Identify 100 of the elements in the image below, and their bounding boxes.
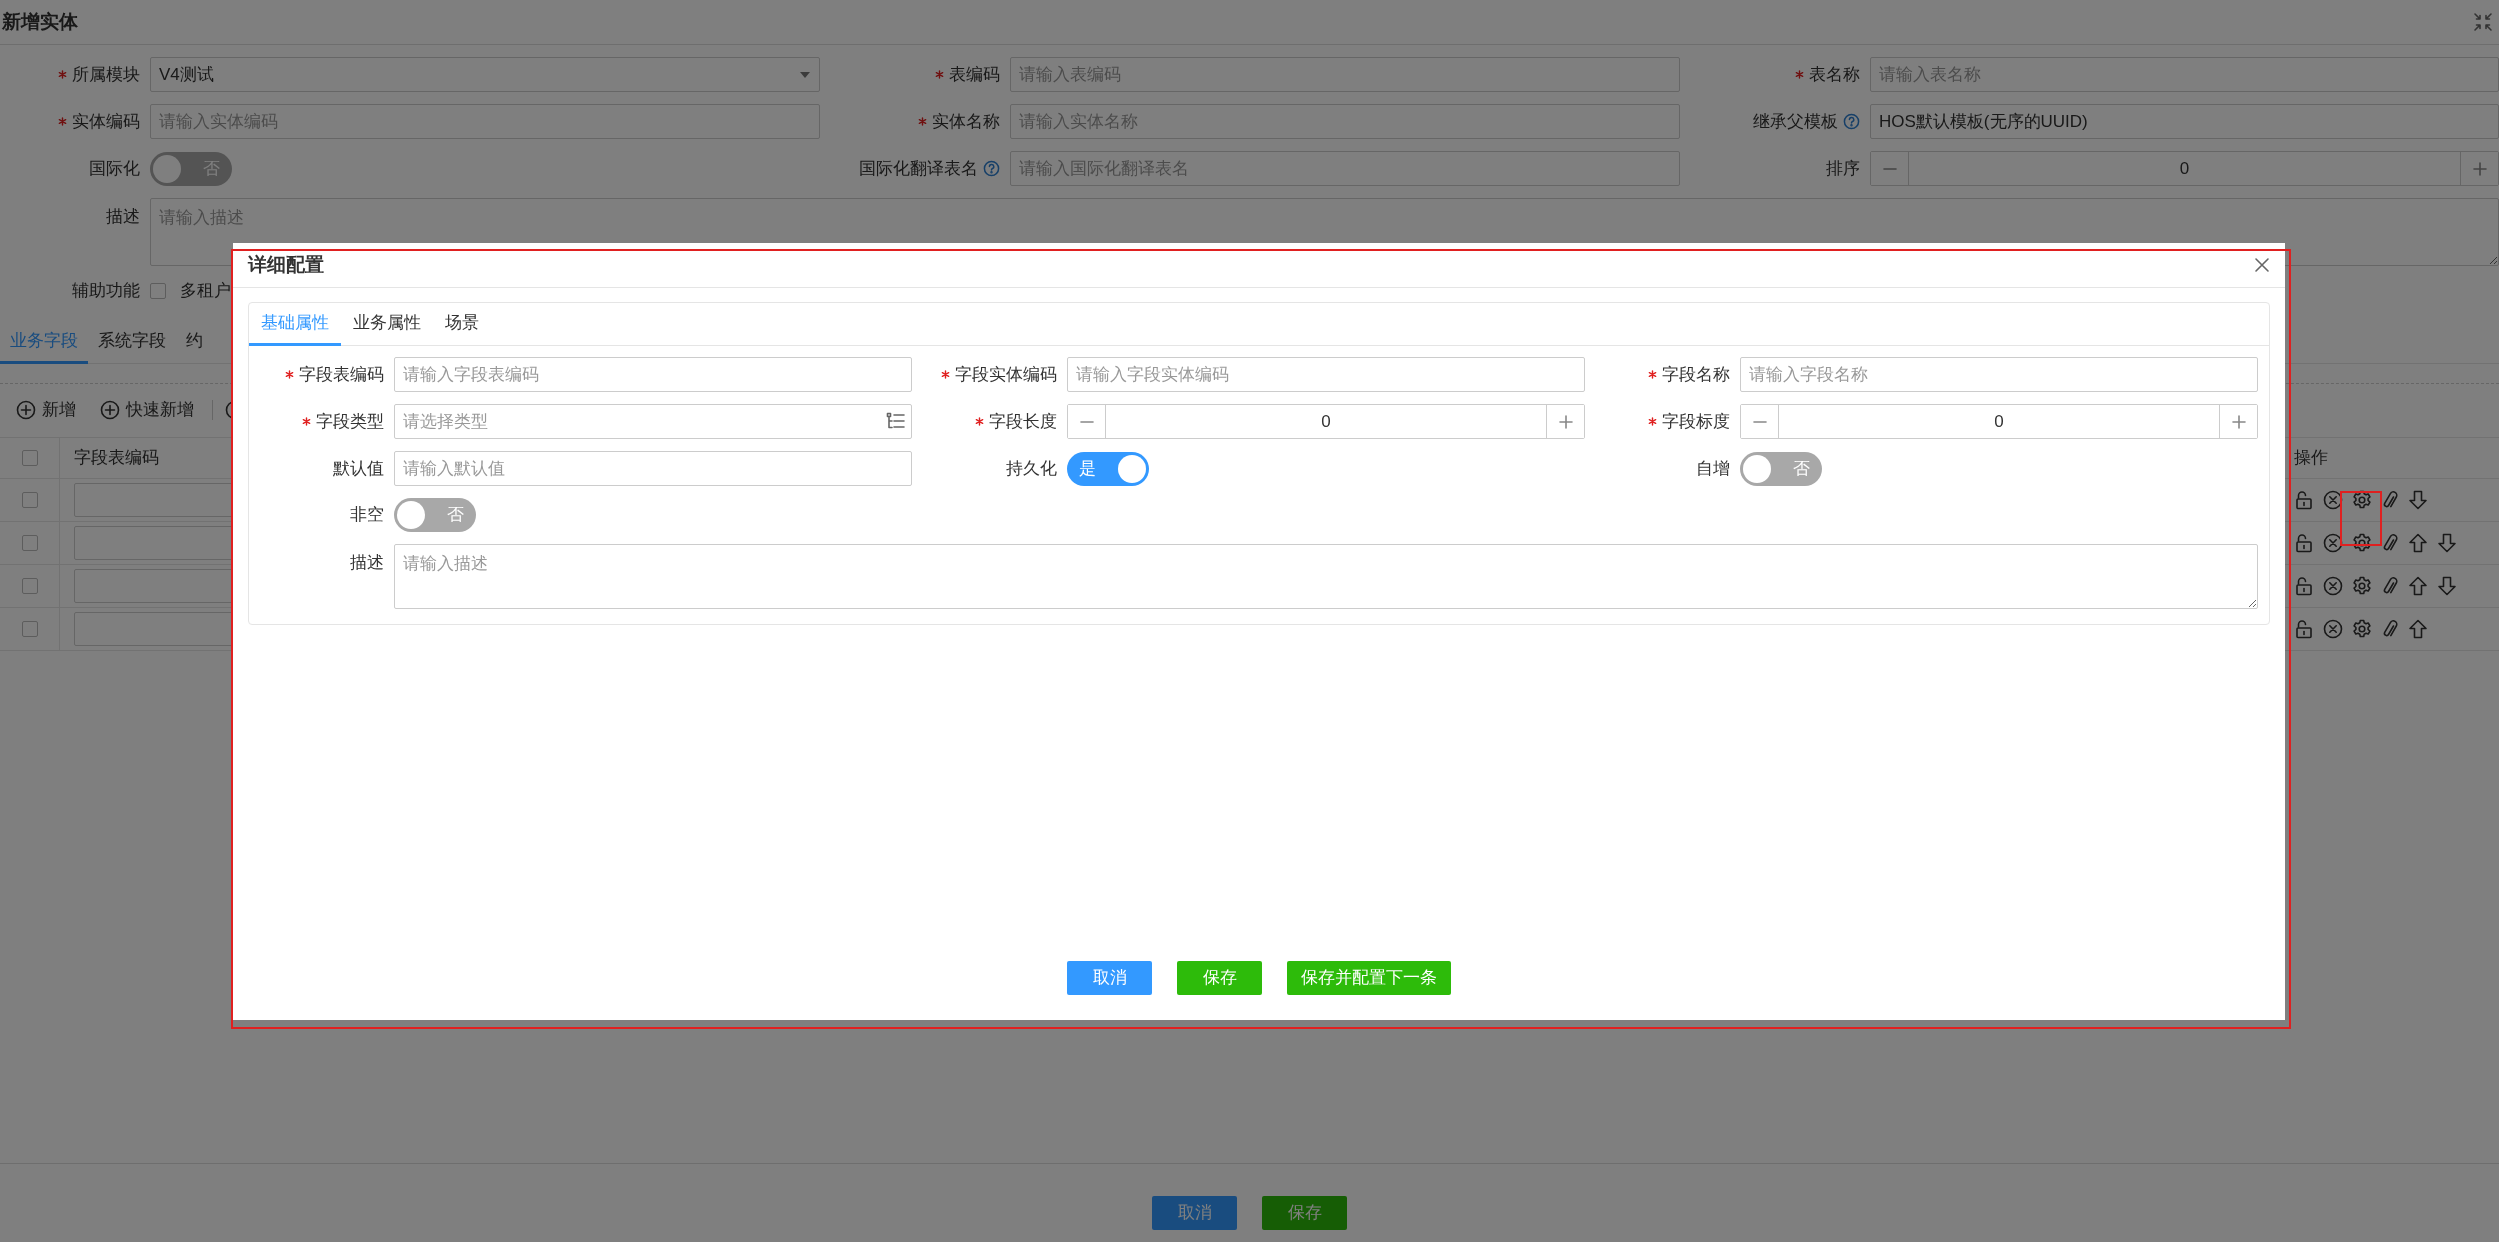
field-label: 字段表编码 — [299, 363, 384, 386]
column-header: 字段表编码 — [74, 446, 159, 469]
toolbar-button[interactable]: 快速新增 — [94, 397, 200, 423]
field-label: 持久化 — [1006, 457, 1057, 480]
close-button[interactable] — [2254, 257, 2270, 273]
action-button[interactable]: 取消 — [1067, 961, 1152, 995]
tab[interactable]: 场景 — [433, 303, 491, 346]
required-icon — [935, 70, 944, 79]
arrow-up-icon[interactable] — [2408, 532, 2428, 553]
arrow-down-icon[interactable] — [2408, 489, 2428, 510]
plus-icon[interactable] — [2231, 414, 2246, 429]
page-title: 新增实体 — [2, 9, 78, 34]
select-field[interactable]: V4测试 — [150, 57, 820, 92]
tab[interactable]: 系统字段 — [88, 320, 176, 364]
required-icon — [1795, 70, 1804, 79]
collapse-icon[interactable] — [2473, 12, 2493, 32]
list-icon[interactable] — [886, 412, 906, 430]
tab[interactable]: 约 — [176, 320, 213, 364]
required-icon — [918, 117, 927, 126]
text-field[interactable]: HOS默认模板(无序的UUID) — [1870, 104, 2499, 139]
field-label: 描述 — [106, 206, 140, 228]
unlock-icon[interactable] — [2294, 618, 2314, 639]
checkbox[interactable] — [150, 282, 166, 299]
field-label: 字段实体编码 — [955, 363, 1057, 386]
field-label: 辅助功能 — [72, 280, 140, 302]
text-field[interactable]: 请输入默认值 — [394, 451, 912, 486]
required-icon — [1648, 417, 1657, 426]
arrow-up-icon[interactable] — [2408, 618, 2428, 639]
field-label: 字段类型 — [316, 410, 384, 433]
field-label: 描述 — [350, 552, 384, 574]
add-icon — [16, 400, 36, 420]
checkbox[interactable] — [21, 491, 38, 508]
settings-icon[interactable] — [2352, 618, 2372, 639]
required-icon — [58, 70, 67, 79]
field-label: 继承父模板 — [1753, 110, 1838, 133]
plus-icon[interactable] — [1558, 414, 1573, 429]
required-icon — [302, 417, 311, 426]
unlock-icon[interactable] — [2294, 575, 2314, 596]
checkbox[interactable] — [21, 534, 38, 551]
text-field[interactable]: 请输入字段名称 — [1740, 357, 2258, 392]
tab[interactable]: 基础属性 — [249, 303, 341, 346]
number-value: 0 — [1993, 410, 2005, 433]
toggle-switch[interactable]: 否 — [394, 498, 476, 532]
field-label: 国际化 — [89, 157, 140, 180]
settings-icon[interactable] — [2352, 532, 2372, 553]
paperclip-icon[interactable] — [2381, 575, 2399, 596]
action-button[interactable]: 保存 — [1177, 961, 1262, 995]
toggle-switch[interactable]: 是 — [1067, 451, 1149, 486]
arrow-down-icon[interactable] — [2437, 575, 2457, 596]
tab[interactable]: 业务字段 — [0, 320, 88, 364]
delete-icon[interactable] — [2323, 575, 2343, 596]
field-label: 字段长度 — [989, 410, 1057, 433]
checkbox[interactable] — [21, 620, 38, 637]
number-stepper[interactable]: 0 — [1067, 404, 1585, 439]
unlock-icon[interactable] — [2294, 532, 2314, 553]
field-label: 自增 — [1696, 457, 1730, 480]
action-button[interactable]: 取消 — [1152, 1196, 1237, 1230]
field-label: 字段标度 — [1662, 410, 1730, 433]
field-label: 所属模块 — [72, 63, 140, 86]
field-label: 国际化翻译表名 — [859, 157, 978, 180]
delete-icon[interactable] — [2323, 618, 2343, 639]
field-label: 字段名称 — [1662, 363, 1730, 386]
field-label: 默认值 — [333, 457, 384, 480]
tab[interactable]: 业务属性 — [341, 303, 433, 346]
field-label: 表编码 — [949, 63, 1000, 86]
checkbox[interactable] — [21, 449, 38, 466]
field-label: 表名称 — [1809, 63, 1860, 86]
field-label: 非空 — [350, 504, 384, 527]
paperclip-icon[interactable] — [2381, 532, 2399, 553]
checkbox[interactable] — [21, 577, 38, 594]
text-field[interactable]: 请输入字段实体编码 — [1067, 357, 1585, 392]
number-stepper[interactable]: 0 — [1740, 404, 2258, 439]
required-icon — [285, 370, 294, 379]
field-label: 实体名称 — [932, 110, 1000, 133]
type-select-field[interactable]: 请选择类型 — [394, 404, 912, 439]
unlock-icon[interactable] — [2294, 489, 2314, 510]
paperclip-icon[interactable] — [2381, 618, 2399, 639]
toggle-switch[interactable]: 否 — [1740, 451, 1822, 486]
required-icon — [58, 117, 67, 126]
toolbar-button[interactable]: 新增 — [10, 397, 82, 423]
text-field[interactable]: 请输入字段表编码 — [394, 357, 912, 392]
required-icon — [1648, 370, 1657, 379]
arrow-up-icon[interactable] — [2408, 575, 2428, 596]
help-icon — [983, 160, 1000, 177]
number-value: 0 — [2178, 157, 2191, 180]
delete-icon[interactable] — [2323, 489, 2343, 510]
column-header: 操作 — [2294, 446, 2328, 469]
delete-icon[interactable] — [2323, 532, 2343, 553]
paperclip-icon[interactable] — [2381, 489, 2399, 510]
action-button[interactable]: 保存并配置下一条 — [1287, 961, 1451, 995]
highlight-frame — [2340, 491, 2382, 546]
required-icon — [975, 417, 984, 426]
add-icon — [100, 400, 120, 420]
field-label: 排序 — [1826, 157, 1860, 180]
settings-icon[interactable] — [2352, 575, 2372, 596]
arrow-down-icon[interactable] — [2437, 532, 2457, 553]
required-icon — [941, 370, 950, 379]
caret-icon — [799, 70, 811, 79]
checkbox-label: 多租户 — [180, 280, 231, 302]
description-field[interactable]: 请输入描述 — [394, 544, 2258, 609]
